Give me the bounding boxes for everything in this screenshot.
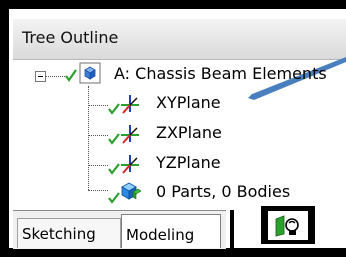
plane-axes-icon (121, 155, 139, 174)
frame-left-border (0, 0, 9, 257)
display-toggle-icon (275, 215, 299, 237)
tree-item-bodies[interactable]: 0 Parts, 0 Bodies (108, 178, 308, 206)
collapse-toggle-icon[interactable] (35, 71, 46, 82)
tab-modeling-label: Modeling (126, 226, 195, 244)
bodies-icon (121, 182, 142, 200)
frame-top-border (0, 0, 346, 9)
plane-axes-icon (121, 125, 139, 144)
check-icon (65, 69, 77, 82)
tree-item-yzplane[interactable]: YZPlane (108, 150, 258, 178)
tree-root-label: A: Chassis Beam Elements (114, 64, 327, 83)
tab-sketching-label: Sketching (22, 225, 96, 243)
tree-connector-xy (88, 105, 108, 106)
tree-connector-zx (88, 135, 108, 136)
display-toggle-button[interactable] (268, 211, 308, 240)
tab-divider (230, 210, 234, 248)
tree-root-node[interactable]: A: Chassis Beam Elements (64, 62, 327, 90)
tree-item-zxplane[interactable]: ZXPlane (108, 120, 258, 148)
plane-axes-icon (121, 95, 139, 114)
panel-title: Tree Outline (22, 28, 119, 47)
tree-item-label: ZXPlane (156, 123, 222, 142)
tree-item-label: XYPlane (156, 93, 221, 112)
tree-connector-yz (88, 165, 108, 166)
tree-connector-bodies (88, 190, 108, 191)
tab-sketching[interactable]: Sketching (17, 218, 121, 248)
frame-bottom-border (0, 248, 346, 257)
tree-item-label: YZPlane (156, 153, 221, 172)
tree-connector-vertical (88, 86, 89, 190)
tree-item-xyplane[interactable]: XYPlane (108, 90, 258, 118)
tree-item-label: 0 Parts, 0 Bodies (156, 182, 291, 201)
geometry-root-icon (79, 62, 101, 84)
tab-modeling[interactable]: Modeling (121, 214, 221, 248)
